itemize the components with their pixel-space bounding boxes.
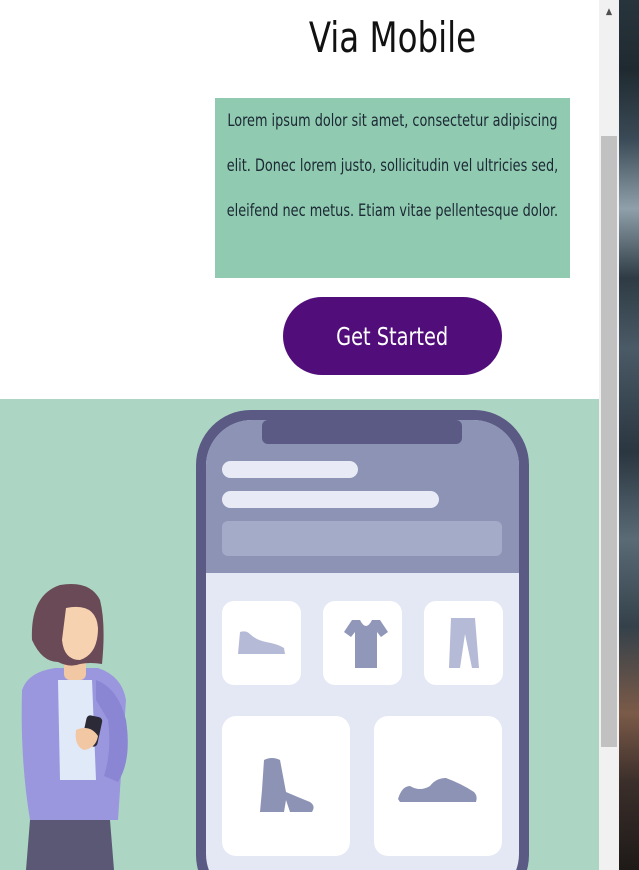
get-started-label: Get Started — [336, 321, 449, 351]
shopping-app-illustration — [21, 410, 529, 870]
woman-illustration — [21, 584, 128, 870]
scroll-up-arrow-icon[interactable]: ▲ — [599, 0, 619, 22]
page-content: Via Mobile Lorem ipsum dolor sit amet, c… — [0, 0, 599, 870]
product-card — [222, 716, 350, 856]
background-photo-peek — [619, 0, 639, 870]
hero-illustration — [0, 399, 599, 870]
scrollbar-thumb[interactable] — [601, 136, 617, 747]
description-box: Lorem ipsum dolor sit amet, consectetur … — [215, 98, 570, 278]
vertical-scrollbar[interactable]: ▲ — [599, 0, 619, 870]
get-started-button[interactable]: Get Started — [283, 297, 502, 375]
section-title: Via Mobile — [308, 13, 477, 62]
description-text: Lorem ipsum dolor sit amet, consectetur … — [226, 111, 559, 221]
